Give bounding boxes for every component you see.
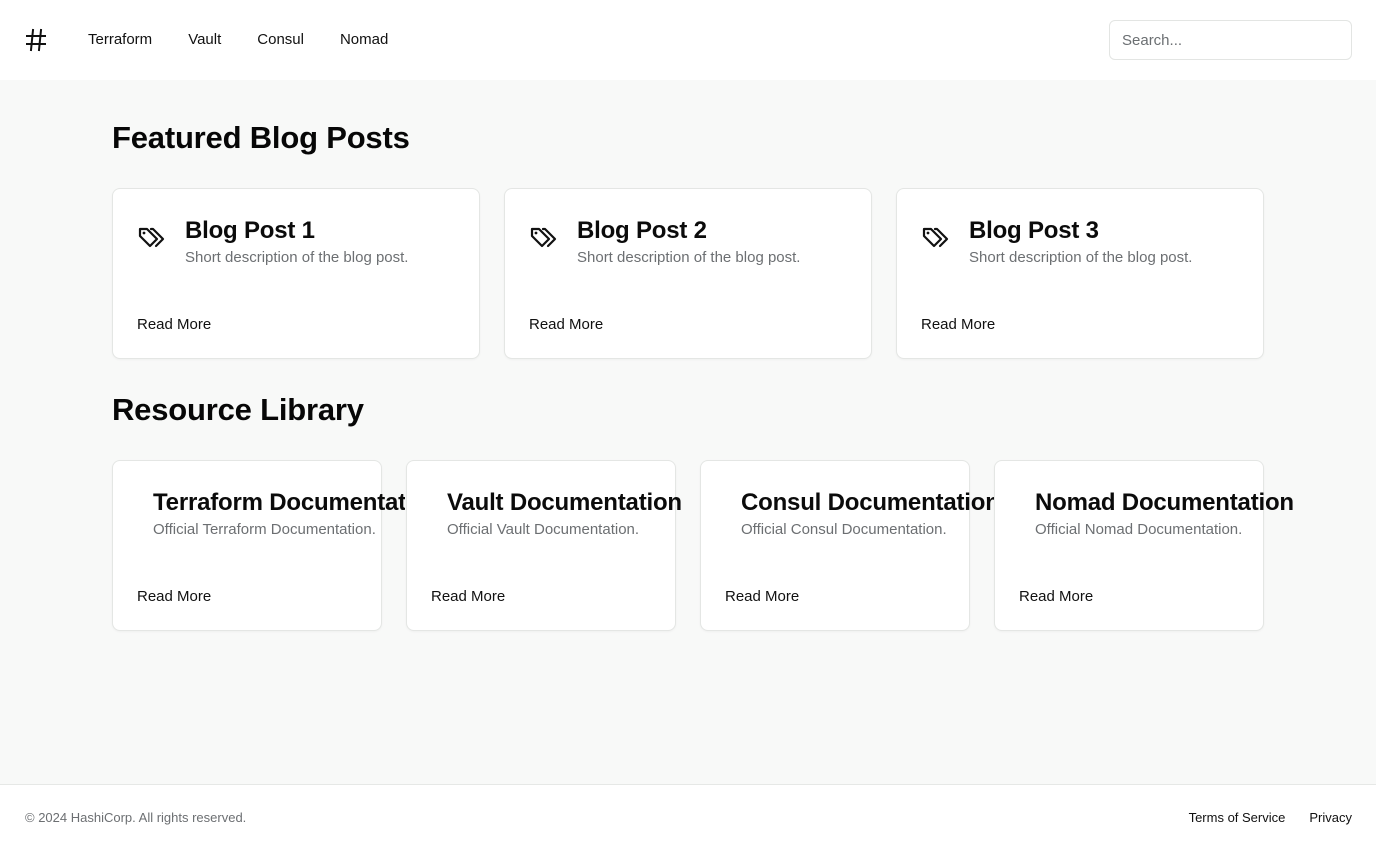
blog-post-title: Blog Post 3 — [969, 217, 1099, 244]
resource-description: Official Terraform Documentation. — [153, 521, 376, 538]
hashicorp-logo-icon[interactable] — [25, 27, 47, 53]
tags-icon — [530, 227, 557, 248]
blog-card: Blog Post 1 Short description of the blo… — [112, 188, 480, 359]
resource-card: Vault Documentation Official Vault Docum… — [406, 460, 682, 631]
read-more-link[interactable]: Read More — [529, 316, 603, 333]
copyright-text: © 2024 HashiCorp. All rights reserved. — [25, 810, 247, 825]
nav-link-nomad[interactable]: Nomad — [340, 30, 388, 50]
main-nav: Terraform Vault Consul Nomad — [88, 30, 424, 50]
featured-blog-posts-heading: Featured Blog Posts — [112, 120, 410, 155]
search-input[interactable] — [1109, 20, 1352, 60]
blog-post-description: Short description of the blog post. — [185, 249, 409, 266]
blog-post-title: Blog Post 1 — [185, 217, 315, 244]
resource-title: Vault Documentation — [447, 489, 682, 516]
blog-post-description: Short description of the blog post. — [969, 249, 1193, 266]
read-more-link[interactable]: Read More — [137, 316, 211, 333]
nav-link-consul[interactable]: Consul — [257, 30, 304, 50]
nav-link-terraform[interactable]: Terraform — [88, 30, 152, 50]
resource-title: Consul Documentation — [741, 489, 1000, 516]
resource-card: Nomad Documentation Official Nomad Docum… — [994, 460, 1294, 631]
terms-of-service-link[interactable]: Terms of Service — [1189, 810, 1286, 825]
read-more-link[interactable]: Read More — [137, 588, 211, 605]
resource-card: Terraform Documentation Official Terrafo… — [112, 460, 405, 631]
tags-icon — [138, 227, 165, 248]
resource-title: Nomad Documentation — [1035, 489, 1294, 516]
site-header: Terraform Vault Consul Nomad — [0, 0, 1376, 80]
read-more-link[interactable]: Read More — [1019, 588, 1093, 605]
resource-library-heading: Resource Library — [112, 392, 364, 427]
nav-link-vault[interactable]: Vault — [188, 30, 221, 50]
read-more-link[interactable]: Read More — [725, 588, 799, 605]
blog-post-description: Short description of the blog post. — [577, 249, 801, 266]
read-more-link[interactable]: Read More — [921, 316, 995, 333]
site-footer: © 2024 HashiCorp. All rights reserved. T… — [0, 784, 1376, 849]
resource-description: Official Vault Documentation. — [447, 521, 640, 538]
read-more-link[interactable]: Read More — [431, 588, 505, 605]
resource-description: Official Consul Documentation. — [741, 521, 947, 538]
privacy-link[interactable]: Privacy — [1309, 810, 1352, 825]
footer-links: Terms of Service Privacy — [1165, 810, 1352, 825]
resource-title: Terraform Documentation — [153, 489, 405, 516]
blog-card: Blog Post 2 Short description of the blo… — [504, 188, 872, 359]
resource-description: Official Nomad Documentation. — [1035, 521, 1243, 538]
blog-post-title: Blog Post 2 — [577, 217, 707, 244]
resource-card: Consul Documentation Official Consul Doc… — [700, 460, 1000, 631]
blog-card: Blog Post 3 Short description of the blo… — [896, 188, 1264, 359]
tags-icon — [922, 227, 949, 248]
